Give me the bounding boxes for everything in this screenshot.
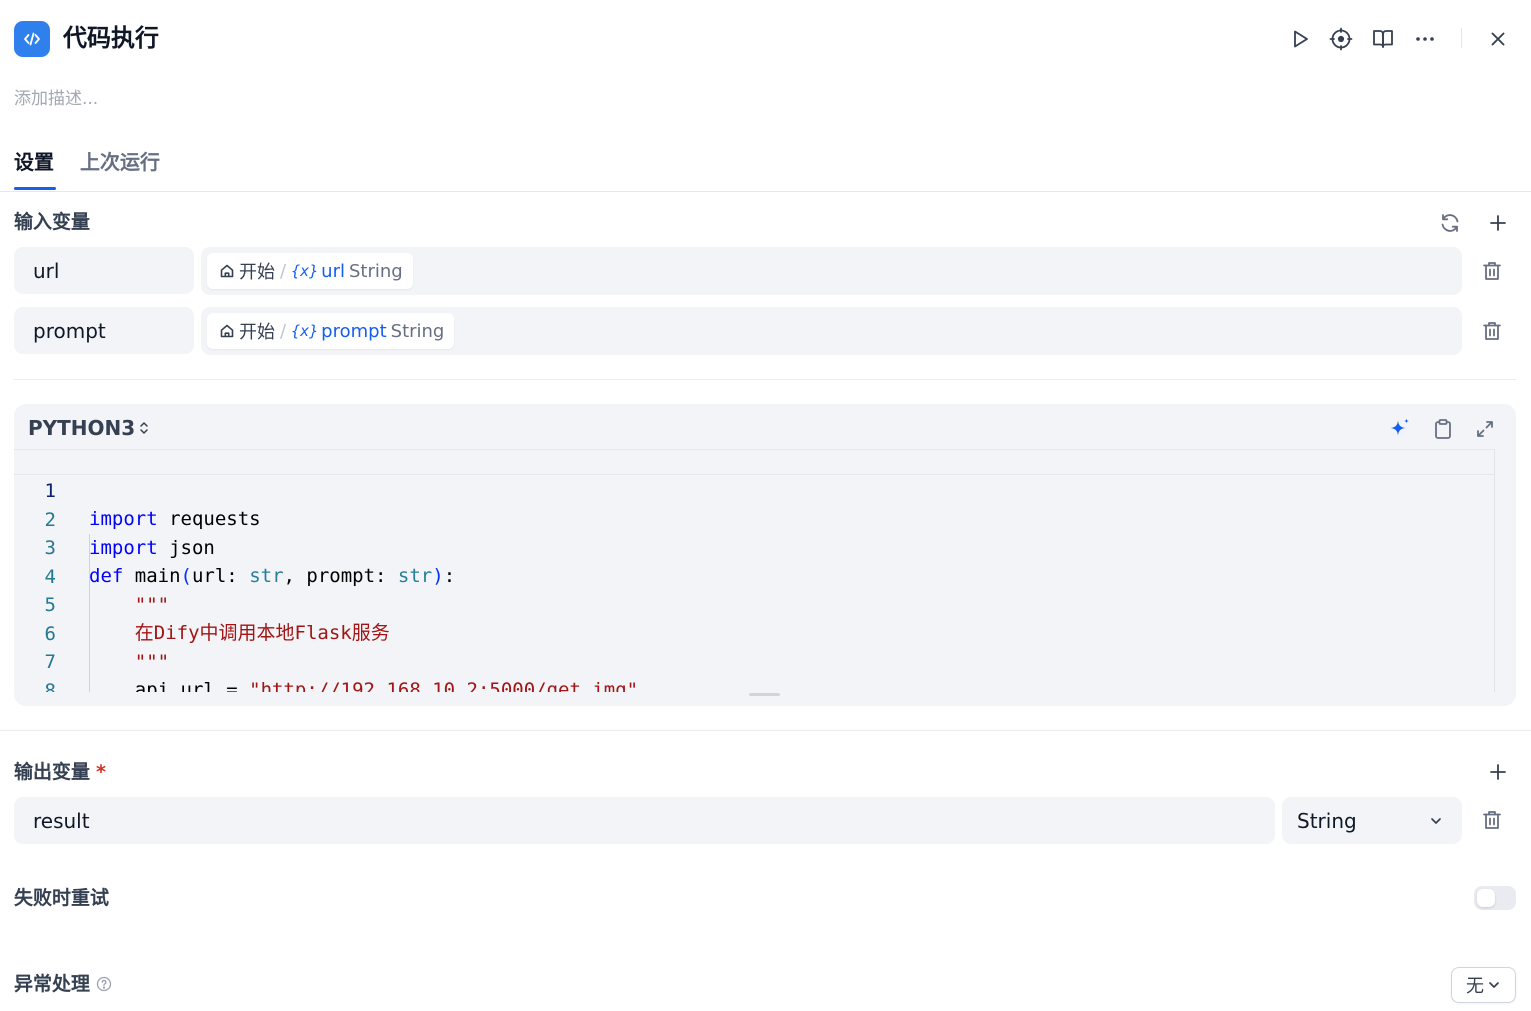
code-line: 2 import json <box>44 508 215 559</box>
language-selector[interactable]: PYTHON3 <box>28 416 151 440</box>
home-icon <box>220 324 234 338</box>
description-input[interactable]: 添加描述... <box>14 87 98 111</box>
code-line: 9 payload = { <box>14 677 1494 692</box>
code-line: 4 """ <box>44 565 170 616</box>
delete-icon[interactable] <box>1477 316 1507 346</box>
path-separator: / <box>280 260 287 282</box>
sync-icon[interactable] <box>1435 208 1465 238</box>
language-label: PYTHON3 <box>28 416 136 440</box>
code-line: 1 import requests <box>44 480 261 530</box>
home-icon <box>220 264 234 278</box>
chevron-up-down-icon <box>140 422 148 434</box>
error-handling-value: 无 <box>1466 976 1484 997</box>
tabs-divider <box>0 191 1531 192</box>
input-var-selector[interactable]: 开始 / {x} prompt String <box>201 307 1462 355</box>
code-line: 3 def main(url: str, prompt: str): <box>44 537 456 587</box>
expand-icon[interactable] <box>1470 414 1500 444</box>
code-content[interactable]: 1 import requests 2 import json 3 def ma… <box>14 449 1494 692</box>
editor-resize-handle[interactable] <box>749 693 780 696</box>
header-divider <box>1461 28 1462 48</box>
path-separator: / <box>280 320 287 342</box>
source-node-name: 开始 <box>239 262 275 283</box>
error-handling-select[interactable]: 无 <box>1451 967 1516 1003</box>
output-var-name-field[interactable]: result <box>14 797 1275 844</box>
book-icon[interactable] <box>1368 24 1398 54</box>
variable-reference-chip[interactable]: 开始 / {x} prompt String <box>207 313 455 349</box>
code-line: 7 api_url = "http://192.168.10.2:5000/ge… <box>44 651 639 692</box>
required-mark: * <box>96 761 106 783</box>
input-var-name-field[interactable]: prompt <box>14 307 194 354</box>
variable-type: String <box>348 260 403 282</box>
output-var-type: String <box>1297 808 1357 833</box>
tab-settings[interactable]: 设置 <box>14 148 54 176</box>
close-icon[interactable] <box>1483 24 1513 54</box>
source-node-name: 开始 <box>239 322 275 343</box>
add-output-variable-icon[interactable] <box>1483 757 1513 787</box>
code-line: 5 在Dify中调用本地Flask服务 <box>44 594 390 644</box>
add-input-variable-icon[interactable] <box>1483 208 1513 238</box>
help-icon[interactable] <box>96 976 112 992</box>
code-editor[interactable]: PYTHON3 1 import requests 2 import json … <box>14 404 1516 706</box>
active-tab-indicator <box>14 187 56 190</box>
copy-icon[interactable] <box>1428 414 1458 444</box>
node-title[interactable]: 代码执行 <box>63 22 159 54</box>
code-line: 8 <box>44 679 56 693</box>
retry-toggle[interactable] <box>1474 886 1516 910</box>
retry-on-failure-label: 失败时重试 <box>14 887 110 909</box>
chevron-down-icon <box>1431 817 1441 824</box>
output-var-type-select[interactable]: String <box>1282 797 1462 844</box>
locate-icon[interactable] <box>1326 24 1356 54</box>
delete-icon[interactable] <box>1477 256 1507 286</box>
run-icon[interactable] <box>1285 24 1315 54</box>
variable-name: url <box>321 260 345 282</box>
chevron-down-icon <box>1489 982 1499 988</box>
toggle-knob <box>1477 889 1495 907</box>
tab-last-run[interactable]: 上次运行 <box>80 148 160 176</box>
variable-reference-chip[interactable]: 开始 / {x} url String <box>207 253 413 289</box>
variable-icon: {x} <box>291 322 319 340</box>
variable-icon: {x} <box>291 262 319 280</box>
error-handling-label: 异常处理 <box>14 971 112 997</box>
variable-name: prompt <box>321 320 387 342</box>
output-variables-label: 输出变量 * <box>14 761 106 783</box>
variable-type: String <box>390 320 445 342</box>
section-divider <box>14 379 1516 380</box>
more-icon[interactable] <box>1410 24 1440 54</box>
ai-generate-icon[interactable] <box>1385 414 1415 444</box>
section-divider <box>0 730 1531 731</box>
input-var-selector[interactable]: 开始 / {x} url String <box>201 247 1462 295</box>
code-line: 6 """ <box>44 622 170 673</box>
delete-icon[interactable] <box>1477 805 1507 835</box>
input-var-name-field[interactable]: url <box>14 247 194 294</box>
code-node-icon <box>14 21 50 57</box>
editor-scrollbar[interactable] <box>1494 449 1495 692</box>
input-variables-label: 输入变量 <box>14 211 91 233</box>
